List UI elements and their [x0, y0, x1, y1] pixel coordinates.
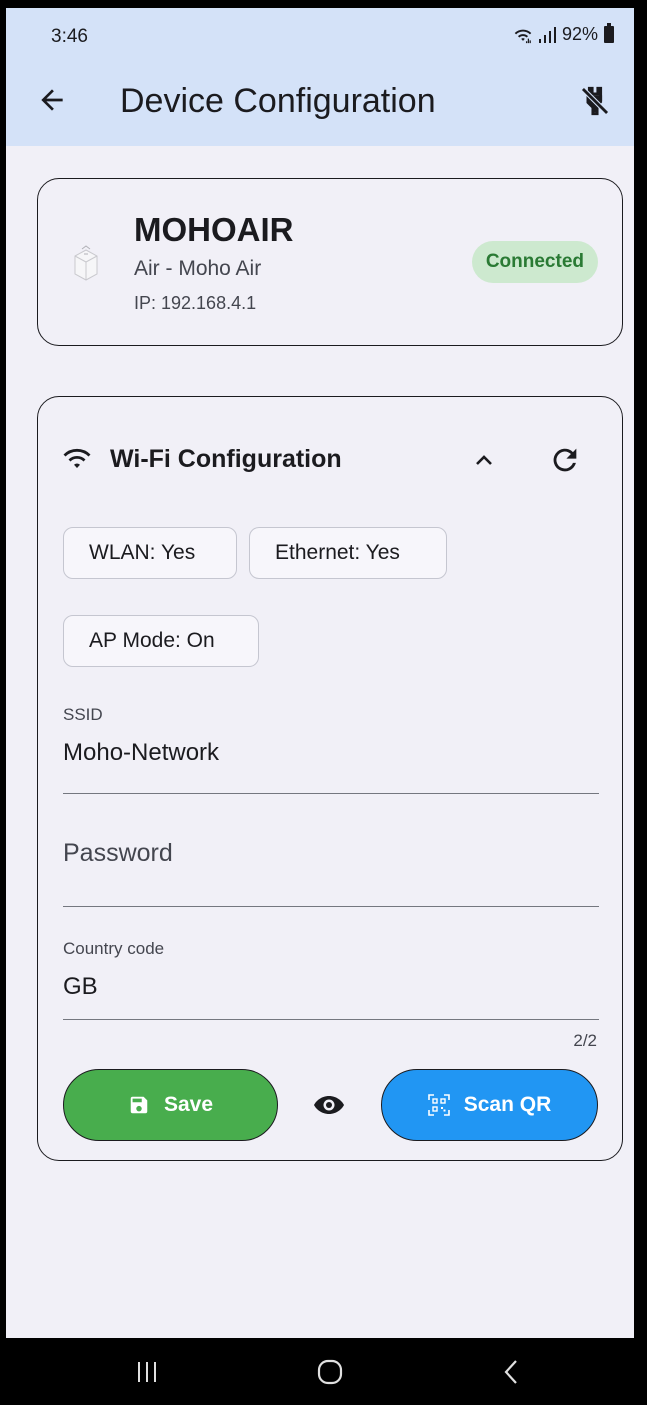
save-button[interactable]: Save	[63, 1069, 278, 1141]
home-icon[interactable]	[316, 1358, 344, 1386]
ssid-field[interactable]: SSID Moho-Network	[63, 697, 599, 794]
scan-qr-button-label: Scan QR	[463, 1093, 552, 1116]
wlan-chip: WLAN: Yes	[63, 527, 237, 579]
qr-code-icon	[427, 1094, 450, 1116]
device-model: Air - Moho Air	[134, 257, 262, 280]
page-title: Device Configuration	[120, 82, 436, 120]
device-name: MOHOAIR	[134, 211, 294, 248]
connection-status-badge: Connected	[471, 241, 598, 283]
password-input[interactable]: Password	[63, 839, 173, 868]
nav-back-icon[interactable]	[503, 1358, 519, 1386]
country-code-field[interactable]: Country code GB	[63, 927, 599, 1020]
battery-icon	[604, 23, 614, 43]
ethernet-chip: Ethernet: Yes	[249, 527, 447, 579]
ap-mode-chip: AP Mode: On	[63, 615, 259, 667]
screen: 3:46 92% Device Configuration MOHOAIR Ai…	[6, 8, 634, 1338]
wifi-section-title: Wi-Fi Configuration	[110, 445, 342, 473]
status-bar: 3:46 92%	[6, 8, 634, 58]
device-ip: IP: 192.168.4.1	[134, 293, 257, 313]
device-card: MOHOAIR Air - Moho Air IP: 192.168.4.1 C…	[37, 178, 623, 346]
app-bar: Device Configuration	[6, 58, 634, 146]
chevron-up-icon[interactable]	[472, 449, 496, 471]
arrow-back-icon[interactable]	[36, 84, 68, 116]
cell-signal-icon	[538, 26, 556, 43]
refresh-icon[interactable]	[548, 443, 582, 477]
ssid-input[interactable]: Moho-Network	[63, 739, 219, 767]
system-nav-bar	[0, 1338, 647, 1405]
ssid-label: SSID	[63, 705, 103, 724]
status-indicators: 92%	[512, 23, 614, 45]
password-field[interactable]: Password	[63, 817, 599, 907]
wifi-config-card: Wi-Fi Configuration WLAN: Yes Ethernet: …	[37, 396, 623, 1161]
visibility-icon[interactable]	[312, 1093, 346, 1117]
save-button-label: Save	[163, 1093, 214, 1116]
battery-percent: 92%	[561, 24, 598, 44]
scan-qr-button[interactable]: Scan QR	[381, 1069, 598, 1141]
recent-apps-icon[interactable]	[136, 1360, 158, 1384]
country-code-counter: 2/2	[573, 1031, 597, 1050]
wifi-icon	[63, 448, 91, 468]
country-code-label: Country code	[63, 939, 165, 958]
wifi-signal-icon	[514, 29, 532, 43]
country-code-input[interactable]: GB	[63, 973, 98, 1001]
save-icon	[130, 1096, 148, 1114]
air-purifier-icon	[74, 245, 98, 281]
status-time: 3:46	[51, 26, 88, 47]
power-off-icon[interactable]	[578, 84, 612, 118]
